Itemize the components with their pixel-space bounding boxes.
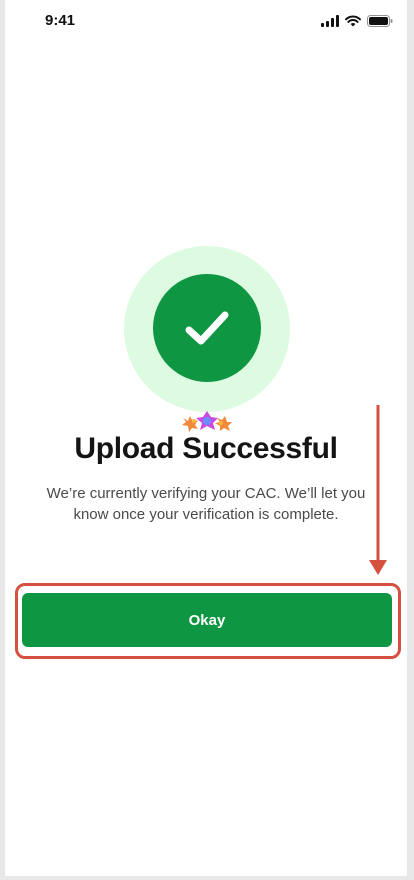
- wifi-icon: [345, 15, 361, 27]
- status-bar: 9:41: [5, 0, 407, 40]
- battery-icon: [367, 15, 393, 27]
- screen: 9:41 Upload Successful We’re currently v…: [5, 0, 407, 876]
- page-title: Upload Successful: [74, 432, 338, 465]
- success-icon-circle: [153, 274, 261, 382]
- okay-button[interactable]: Okay: [22, 593, 392, 647]
- description-text: We’re currently verifying your CAC. We’l…: [46, 485, 366, 523]
- arrow-down-icon: [369, 405, 387, 575]
- status-time: 9:41: [45, 12, 76, 29]
- status-icons: [321, 14, 393, 28]
- check-icon: [185, 311, 229, 345]
- sparkle-decoration: [182, 411, 232, 432]
- signal-icon: [321, 15, 339, 27]
